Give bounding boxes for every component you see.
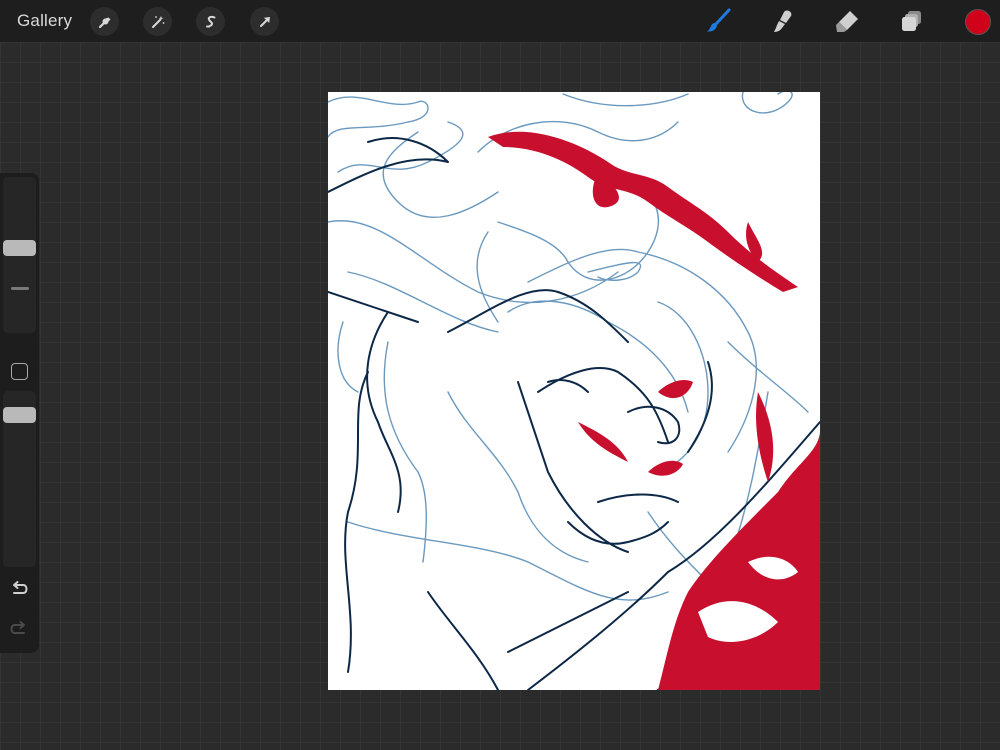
opacity-slider[interactable] xyxy=(3,391,36,567)
sketch-artwork xyxy=(328,92,820,690)
drawing-canvas[interactable] xyxy=(328,92,820,690)
smudge-icon xyxy=(774,10,792,32)
selection-s-icon xyxy=(205,15,215,27)
brush-size-slider[interactable] xyxy=(3,177,36,333)
color-picker-swatch[interactable] xyxy=(965,9,991,35)
redo-icon xyxy=(10,621,25,634)
selection-button[interactable] xyxy=(196,7,225,36)
arrow-cursor-icon xyxy=(259,16,270,27)
wrench-icon xyxy=(98,17,110,28)
opacity-thumb[interactable] xyxy=(3,407,36,423)
layers-icon xyxy=(902,11,921,31)
eraser-tool-button[interactable] xyxy=(831,5,863,37)
brush-icon xyxy=(707,8,731,32)
actions-wrench-button[interactable] xyxy=(90,7,119,36)
brush-tool-button[interactable] xyxy=(703,5,735,37)
gallery-button[interactable]: Gallery xyxy=(17,11,72,31)
smudge-tool-button[interactable] xyxy=(767,5,799,37)
redo-button[interactable] xyxy=(8,618,30,640)
adjustments-button[interactable] xyxy=(143,7,172,36)
side-toolbar xyxy=(0,173,39,653)
transform-button[interactable] xyxy=(250,7,279,36)
undo-icon xyxy=(13,581,28,594)
magic-wand-icon xyxy=(151,15,164,28)
top-toolbar: Gallery xyxy=(0,0,1000,42)
undo-button[interactable] xyxy=(8,578,30,600)
eraser-icon xyxy=(836,11,858,32)
modify-square-icon[interactable] xyxy=(11,363,28,380)
brush-size-marker xyxy=(11,287,29,290)
brush-size-thumb[interactable] xyxy=(3,240,36,256)
layers-button[interactable] xyxy=(896,5,928,37)
